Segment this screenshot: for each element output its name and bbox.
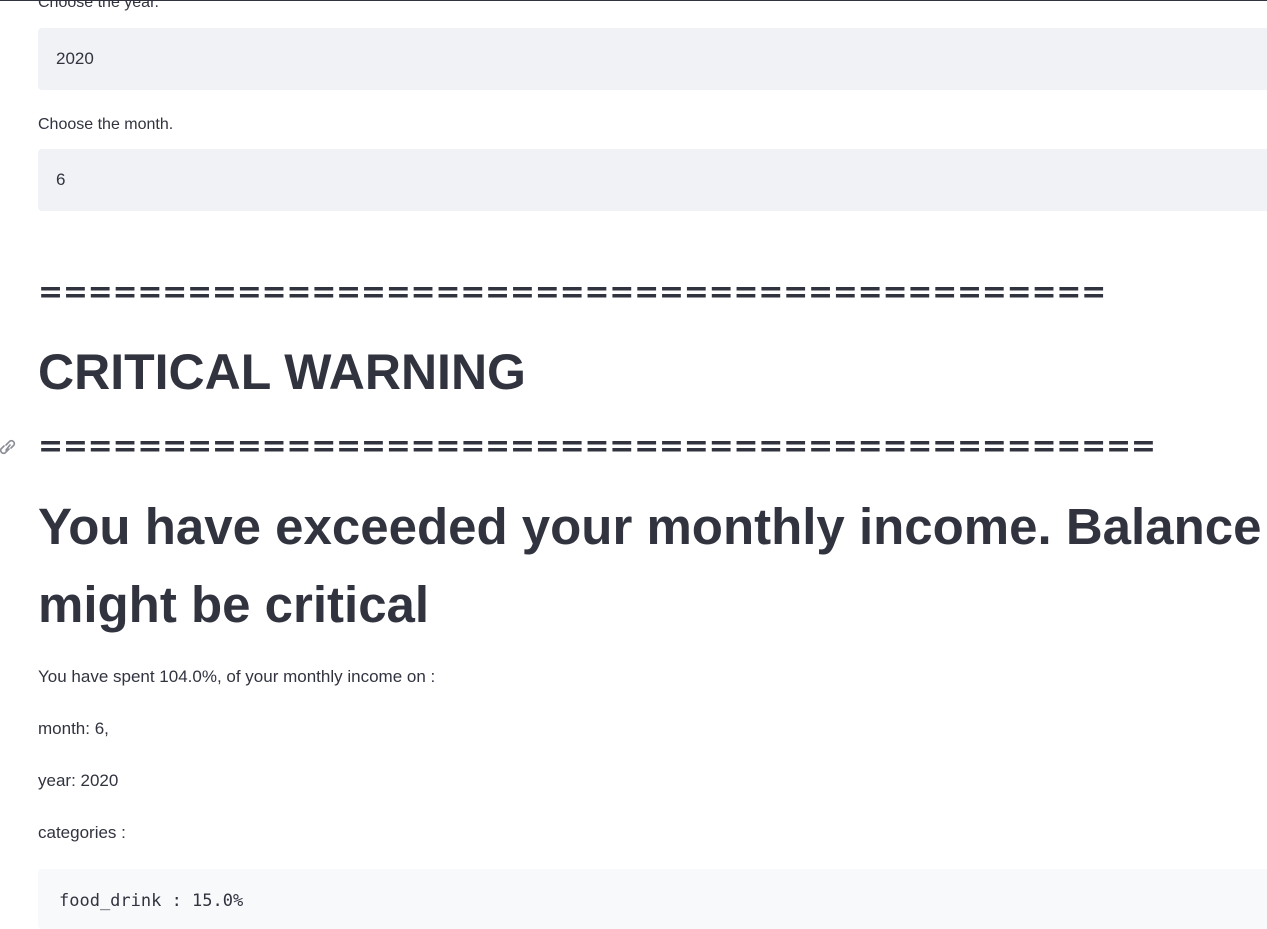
exceeded-income-heading: You have exceeded your monthly income. B… xyxy=(38,498,1262,633)
spent-percentage-text: You have spent 104.0%, of your monthly i… xyxy=(38,667,436,686)
year-select-label: Choose the year. xyxy=(38,0,159,11)
category-code-block: food_drink : 15.0% xyxy=(38,869,1267,929)
category-item: food_drink : 15.0% xyxy=(59,891,244,911)
month-text: month: 6, xyxy=(38,719,109,738)
year-input[interactable]: 2020 xyxy=(38,28,1267,90)
year-text: year: 2020 xyxy=(38,771,119,790)
month-select-label: Choose the month. xyxy=(38,116,174,133)
critical-warning-heading: CRITICAL WARNING xyxy=(38,344,526,400)
separator-bottom: ========================================… xyxy=(38,432,1156,462)
window-top-border xyxy=(0,0,1267,1)
link-icon[interactable] xyxy=(0,437,16,457)
categories-label: categories : xyxy=(38,823,126,842)
month-input[interactable]: 6 xyxy=(38,149,1267,211)
separator-top: ========================================… xyxy=(38,278,1106,308)
